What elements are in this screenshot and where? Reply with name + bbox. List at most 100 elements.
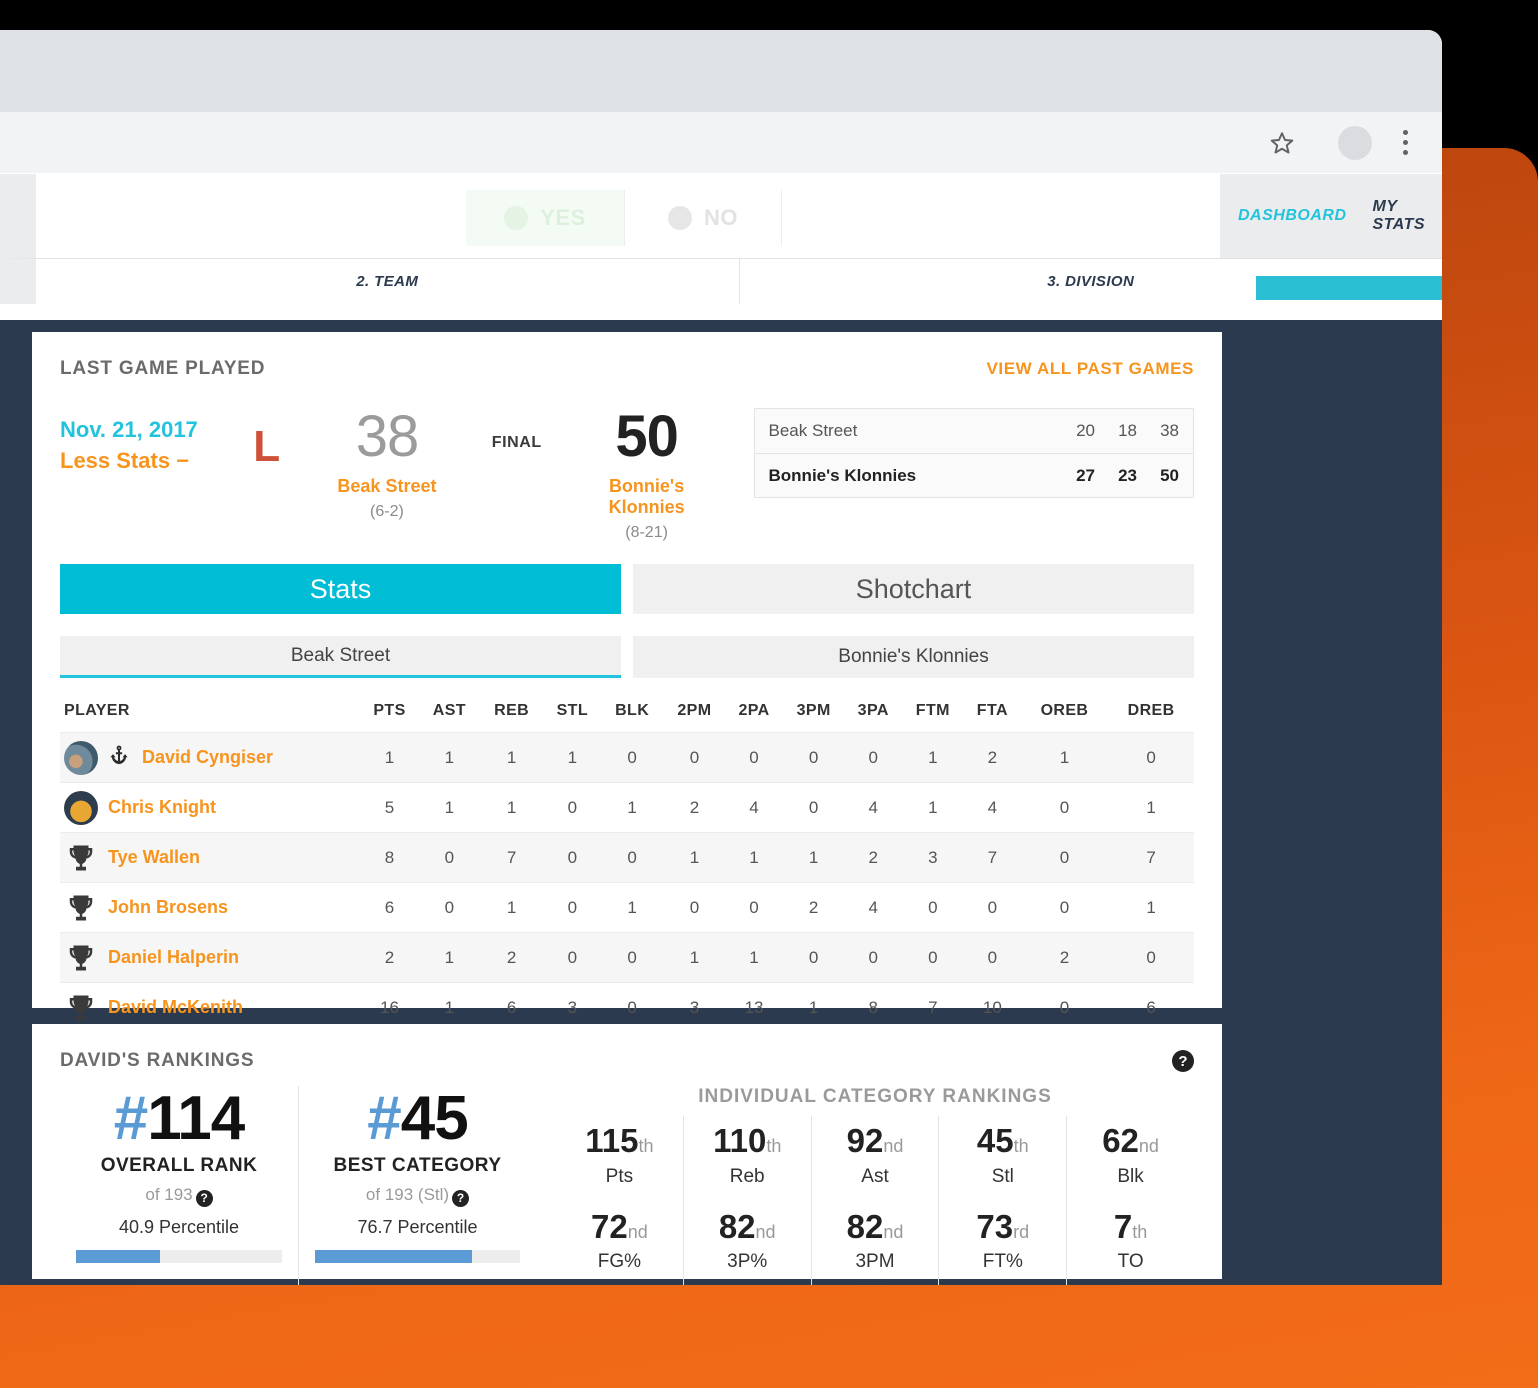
tab-stats[interactable]: Stats — [60, 564, 621, 614]
away-team-name[interactable]: Beak Street — [310, 476, 464, 497]
cell-stl: 1 — [543, 732, 601, 783]
category-label-3pm: 3PM — [855, 1251, 895, 1272]
overall-of-text: of 193 — [145, 1185, 193, 1205]
survey-yes-button[interactable]: YES — [466, 190, 624, 246]
col-stl: STL — [556, 702, 589, 719]
cell-ast: 1 — [419, 932, 480, 983]
overall-percentile-fill — [76, 1249, 161, 1263]
cell-3pa: 4 — [844, 882, 902, 933]
cell-oreb: 2 — [1020, 932, 1109, 983]
cell-player: John Brosens — [60, 882, 360, 933]
trophy-icon — [64, 843, 98, 873]
col-blk: BLK — [615, 702, 650, 719]
player-name-link[interactable]: Chris Knight — [108, 797, 216, 818]
view-all-past-games-link[interactable]: VIEW ALL PAST GAMES — [986, 359, 1194, 379]
cell-ftm: 3 — [901, 832, 964, 883]
col-2pa: 2PA — [738, 702, 770, 719]
away-score: 38 — [355, 404, 420, 469]
cell-2pa: 1 — [725, 832, 783, 883]
score-summary: Nov. 21, 2017 Less Stats − L 38 Beak Str… — [60, 408, 1194, 542]
bookmark-star-icon[interactable] — [1248, 122, 1316, 163]
best-category-value: #45 — [299, 1086, 536, 1151]
cell-player: Chris Knight — [60, 782, 360, 833]
category-label-ftpct: FT% — [982, 1251, 1023, 1272]
team-tab-row: Beak Street Bonnie's Klonnies — [60, 636, 1194, 678]
cell-dreb: 0 — [1108, 932, 1194, 983]
boxscore-table: PLAYER PTS AST REB STL BLK 2PM 2PA 3PM 3… — [60, 692, 1194, 1033]
cell-fta: 0 — [963, 932, 1021, 983]
cell-dreb: 1 — [1108, 782, 1194, 833]
rank-suffix: th — [1132, 1221, 1148, 1242]
category-label-ast: Ast — [861, 1165, 889, 1187]
player-name-link[interactable]: Daniel Halperin — [108, 947, 239, 968]
cell-reb: 1 — [479, 782, 544, 833]
best-percentile-bar — [315, 1249, 520, 1263]
cell-oreb: 1 — [1020, 732, 1109, 783]
survey-buttons: YES NO — [466, 190, 782, 246]
col-reb: REB — [494, 702, 530, 719]
step-tab-bar: 2. TEAM 3. DIVISION — [0, 258, 1442, 304]
overall-percentile-bar — [76, 1249, 282, 1263]
rank-suffix: nd — [755, 1221, 776, 1242]
cell-3pa: 2 — [844, 832, 902, 883]
cell-2pm: 1 — [663, 832, 726, 883]
best-category-number: 45 — [400, 1084, 469, 1153]
trophy-icon — [64, 893, 98, 923]
player-avatar — [64, 740, 98, 775]
category-rank-ast: 92nd — [846, 1122, 904, 1159]
cell-2pa: 4 — [725, 782, 783, 833]
category-label-3ppct: 3P% — [727, 1251, 768, 1272]
cell-2pa: 1 — [725, 932, 783, 983]
cell-ftm: 0 — [901, 932, 964, 983]
home-team-name[interactable]: Bonnie's Klonnies — [570, 476, 724, 518]
cell-stl: 0 — [543, 832, 601, 883]
less-stats-toggle[interactable]: Less Stats − — [60, 446, 223, 476]
tab-team-beak-street[interactable]: Beak Street — [60, 636, 621, 678]
player-name-link[interactable]: John Brosens — [108, 897, 228, 918]
game-date[interactable]: Nov. 21, 2017 — [60, 414, 223, 446]
category-rank-to: 7th — [1113, 1207, 1148, 1245]
help-icon[interactable]: ? — [1172, 1050, 1194, 1072]
table-row: John Brosens 6 0 1 0 1 0 0 2 4 0 0 0 1 — [60, 882, 1194, 933]
player-name-link[interactable]: David McKenith — [108, 997, 243, 1018]
table-row: Tye Wallen 8 0 7 0 0 1 1 1 2 3 7 0 7 — [60, 832, 1194, 883]
help-icon[interactable]: ? — [452, 1189, 470, 1207]
linescore-team: Beak Street — [768, 421, 858, 440]
cell-ftm: 0 — [901, 882, 964, 933]
rank-suffix: th — [1013, 1136, 1029, 1156]
rank-suffix: th — [766, 1136, 782, 1156]
col-3pm: 3PM — [796, 702, 831, 719]
table-row: David Cyngiser 1 1 1 1 0 0 0 0 0 1 2 1 0 — [60, 732, 1194, 783]
help-icon[interactable]: ? — [195, 1189, 213, 1207]
tab-team-bonnies-klonnies[interactable]: Bonnie's Klonnies — [633, 636, 1194, 678]
browser-window: YES NO 2. TEAM 3. DIVISION DASHBOARD MY … — [0, 30, 1442, 1285]
cell-dreb: 0 — [1108, 732, 1194, 783]
kebab-menu-icon[interactable] — [1390, 130, 1420, 155]
cell-2pm: 1 — [663, 932, 726, 983]
tab-shotchart[interactable]: Shotchart — [633, 564, 1194, 614]
cell-blk: 1 — [601, 882, 664, 933]
nav-item-my-stats[interactable]: MY STATS — [1373, 198, 1443, 234]
nav-item-dashboard[interactable]: DASHBOARD — [1238, 207, 1347, 225]
cell-blk: 0 — [601, 732, 664, 783]
linescore-total: 38 — [1160, 421, 1179, 440]
away-team-score-block: 38 Beak Street (6-2) — [310, 408, 464, 521]
rank-suffix: th — [638, 1136, 654, 1156]
col-pts: PTS — [373, 702, 406, 719]
linescore-period-2: 23 — [1118, 465, 1137, 485]
category-label-fgpct: FG% — [597, 1251, 642, 1272]
check-circle-icon — [504, 206, 529, 230]
player-name-link[interactable]: Tye Wallen — [108, 847, 200, 868]
overall-rank-block: #114 OVERALL RANK of 193? 40.9 Percentil… — [60, 1086, 298, 1285]
player-avatar — [64, 790, 98, 825]
linescore-total: 50 — [1160, 465, 1179, 485]
linescore-team: Bonnie's Klonnies — [768, 465, 917, 485]
cell-3pa: 0 — [844, 932, 902, 983]
step-tab-team[interactable]: 2. TEAM — [36, 259, 739, 304]
profile-avatar-icon[interactable] — [1338, 125, 1372, 160]
category-rank-pts: 115th — [585, 1122, 654, 1159]
cell-ast: 1 — [419, 732, 480, 783]
survey-no-button[interactable]: NO — [624, 190, 782, 246]
category-label-to: TO — [1117, 1251, 1144, 1272]
player-name-link[interactable]: David Cyngiser — [142, 747, 273, 768]
